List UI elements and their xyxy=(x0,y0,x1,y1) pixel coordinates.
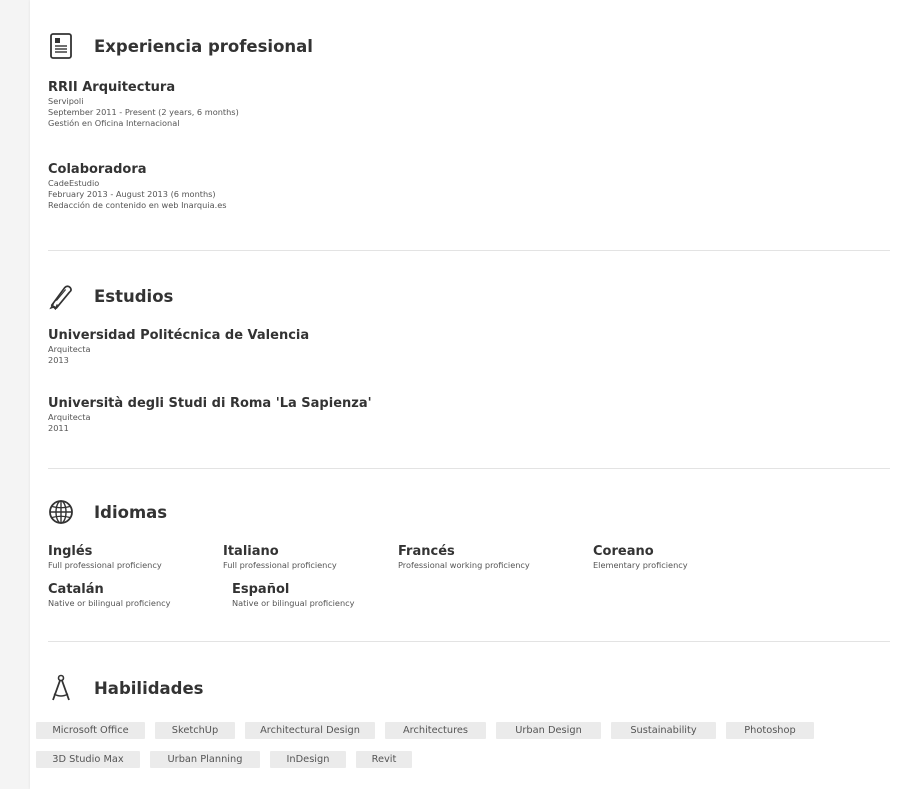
language-level: Elementary proficiency xyxy=(593,560,688,570)
job-title: Colaboradora xyxy=(48,162,147,177)
experience-section: Experiencia profesional xyxy=(48,26,890,66)
job-title: RRII Arquitectura xyxy=(48,80,176,95)
skill-tag[interactable]: Sustainability xyxy=(611,722,716,739)
language-level: Native or bilingual proficiency xyxy=(48,598,171,608)
section-title: Experiencia profesional xyxy=(94,36,313,56)
language-name: Inglés xyxy=(48,544,93,559)
degree: Arquitecta xyxy=(48,344,91,354)
skill-tag[interactable]: Photoshop xyxy=(726,722,814,739)
section-title: Habilidades xyxy=(94,678,204,698)
education-header: Estudios xyxy=(48,276,890,316)
skill-tag[interactable]: Microsoft Office xyxy=(36,722,145,739)
globe-icon xyxy=(48,497,74,527)
language-name: Coreano xyxy=(593,544,654,559)
skill-tag[interactable]: Revit xyxy=(356,751,412,768)
graduation-year: 2011 xyxy=(48,423,69,433)
skills-section: Habilidades xyxy=(48,668,890,708)
language-level: Native or bilingual proficiency xyxy=(232,598,355,608)
language-level: Professional working proficiency xyxy=(398,560,530,570)
language-name: Italiano xyxy=(223,544,279,559)
job-dates: February 2013 - August 2013 (6 months) xyxy=(48,189,216,199)
languages-section: Idiomas xyxy=(48,492,890,532)
experience-header: Experiencia profesional xyxy=(48,26,890,66)
school-name: Universidad Politécnica de Valencia xyxy=(48,328,310,343)
profile-card: Experiencia profesional RRII Arquitectur… xyxy=(30,0,905,789)
skill-tag[interactable]: 3D Studio Max xyxy=(36,751,140,768)
language-name: Catalán xyxy=(48,582,104,597)
experience-item: Colaboradora CadeEstudio February 2013 -… xyxy=(48,161,227,211)
section-divider xyxy=(48,641,890,642)
education-section: Estudios xyxy=(48,276,890,316)
drafting-compass-icon xyxy=(48,673,74,703)
company-name: Servipoli xyxy=(48,96,84,106)
language-level: Full professional proficiency xyxy=(223,560,337,570)
graduation-year: 2013 xyxy=(48,355,69,365)
education-item: Università degli Studi di Roma 'La Sapie… xyxy=(48,395,372,434)
section-title: Estudios xyxy=(94,286,174,306)
language-item: Francés Professional working proficiency xyxy=(398,544,530,571)
language-name: Francés xyxy=(398,544,455,559)
section-title: Idiomas xyxy=(94,502,168,522)
skill-tag[interactable]: Urban Design xyxy=(496,722,601,739)
section-divider xyxy=(48,468,890,469)
language-name: Español xyxy=(232,582,290,597)
languages-header: Idiomas xyxy=(48,492,890,532)
section-divider xyxy=(48,250,890,251)
language-item: Inglés Full professional proficiency xyxy=(48,544,162,571)
skill-tag[interactable]: Architectural Design xyxy=(245,722,375,739)
school-name: Università degli Studi di Roma 'La Sapie… xyxy=(48,396,372,411)
language-level: Full professional proficiency xyxy=(48,560,162,570)
skill-tag[interactable]: Architectures xyxy=(385,722,486,739)
education-item: Universidad Politécnica de Valencia Arqu… xyxy=(48,327,309,366)
degree: Arquitecta xyxy=(48,412,91,422)
language-item: Italiano Full professional proficiency xyxy=(223,544,337,571)
skills-header: Habilidades xyxy=(48,668,890,708)
experience-item: RRII Arquitectura Servipoli September 20… xyxy=(48,79,239,129)
resume-document-icon xyxy=(48,31,74,61)
job-dates: September 2011 - Present (2 years, 6 mon… xyxy=(48,107,239,117)
language-item: Coreano Elementary proficiency xyxy=(593,544,688,571)
skill-tag[interactable]: InDesign xyxy=(270,751,346,768)
diploma-scroll-icon xyxy=(48,281,74,311)
job-description: Gestión en Oficina Internacional xyxy=(48,118,180,128)
company-name: CadeEstudio xyxy=(48,178,100,188)
job-description: Redacción de contenido en web Inarquia.e… xyxy=(48,200,227,210)
skill-tag[interactable]: SketchUp xyxy=(155,722,235,739)
language-item: Catalán Native or bilingual proficiency xyxy=(48,582,170,609)
language-item: Español Native or bilingual proficiency xyxy=(232,582,354,609)
skill-tag[interactable]: Urban Planning xyxy=(150,751,260,768)
